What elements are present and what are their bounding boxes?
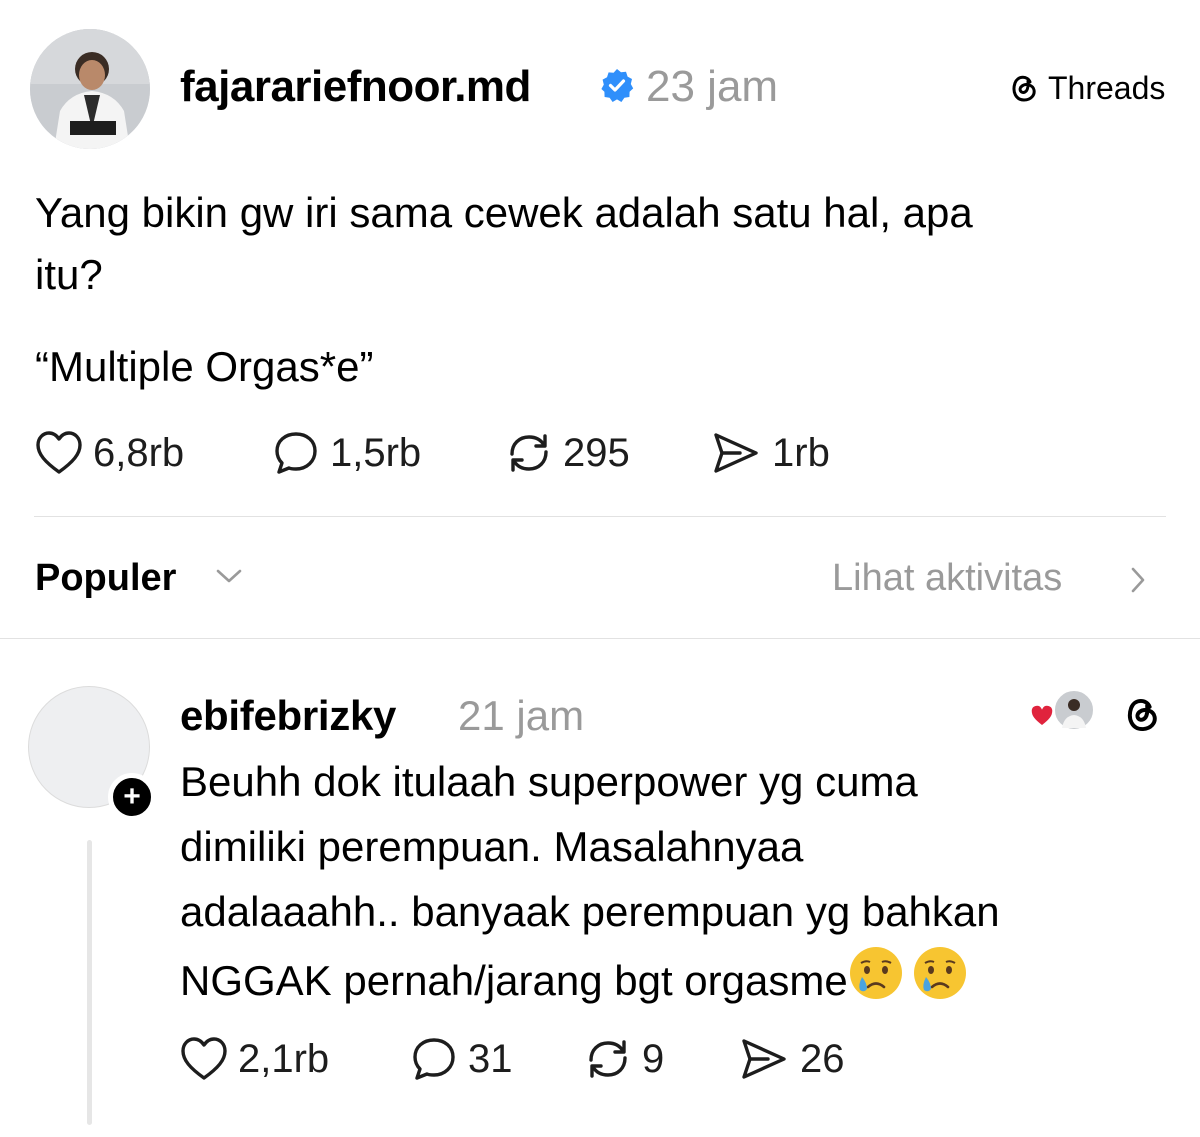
reply-username[interactable]: ebifebrizky xyxy=(180,692,396,740)
divider xyxy=(34,516,1166,517)
liked-by-author-icon xyxy=(1030,689,1095,731)
post-text-line: “Multiple Orgas*e” xyxy=(35,343,374,390)
threads-logo-icon[interactable] xyxy=(1006,70,1040,104)
author-username[interactable]: fajarariefnoor.md xyxy=(180,62,531,112)
share-count: 26 xyxy=(800,1036,845,1081)
post-text-line: itu? xyxy=(35,251,103,298)
crying-face-emoji xyxy=(849,947,902,999)
reply-count: 1,5rb xyxy=(330,430,422,475)
like-count: 6,8rb xyxy=(93,430,185,475)
chevron-down-icon[interactable] xyxy=(215,566,243,586)
repost-count: 295 xyxy=(563,430,630,475)
reply-count: 31 xyxy=(468,1036,513,1081)
author-photo-icon xyxy=(30,29,150,149)
post-timestamp: 23 jam xyxy=(646,62,779,111)
repost-count: 9 xyxy=(642,1036,665,1081)
share-button[interactable]: 1rb xyxy=(710,430,830,476)
like-count: 2,1rb xyxy=(238,1036,330,1081)
thread-connector-line xyxy=(87,840,92,1125)
repost-icon xyxy=(589,1040,627,1078)
threads-logo-icon[interactable] xyxy=(1120,692,1162,734)
reply-text-line: adalaaahh.. banyaak perempuan yg bahkan xyxy=(180,888,1000,935)
follow-plus-icon[interactable]: + xyxy=(108,773,156,821)
reply-timestamp: 21 jam xyxy=(458,692,585,739)
heart-icon xyxy=(181,1037,227,1080)
threads-label[interactable]: Threads xyxy=(1048,70,1165,107)
comment-icon xyxy=(413,1038,455,1080)
crying-face-emoji xyxy=(913,947,966,999)
chevron-right-icon[interactable] xyxy=(1128,566,1148,594)
reply-like-button[interactable]: 2,1rb xyxy=(180,1036,329,1082)
share-icon xyxy=(742,1039,786,1079)
reply-text-line: dimiliki perempuan. Masalahnyaa xyxy=(180,823,804,870)
like-button[interactable]: 6,8rb xyxy=(35,430,184,476)
reply-text-line-last: NGGAK pernah/jarang bgt orgasme xyxy=(180,945,968,1013)
author-avatar[interactable] xyxy=(30,29,150,149)
sort-dropdown[interactable]: Populer xyxy=(35,557,176,600)
verified-badge-icon xyxy=(601,69,634,102)
reply-repost-button[interactable]: 9 xyxy=(584,1036,664,1082)
reply-reply-button[interactable]: 31 xyxy=(410,1036,513,1082)
reply-text-line: NGGAK pernah/jarang bgt orgasme xyxy=(180,957,848,1004)
divider xyxy=(0,638,1200,639)
repost-icon xyxy=(510,434,548,472)
reply-share-button[interactable]: 26 xyxy=(738,1036,845,1082)
post-text-line: Yang bikin gw iri sama cewek adalah satu… xyxy=(35,189,973,236)
share-icon xyxy=(714,433,758,473)
comment-icon xyxy=(275,432,317,474)
reply-button[interactable]: 1,5rb xyxy=(272,430,421,476)
share-count: 1rb xyxy=(772,430,830,475)
heart-icon xyxy=(36,431,82,474)
repost-button[interactable]: 295 xyxy=(505,430,630,476)
reply-text-line: Beuhh dok itulaah superpower yg cuma xyxy=(180,758,918,805)
view-activity-link[interactable]: Lihat aktivitas xyxy=(832,557,1062,600)
